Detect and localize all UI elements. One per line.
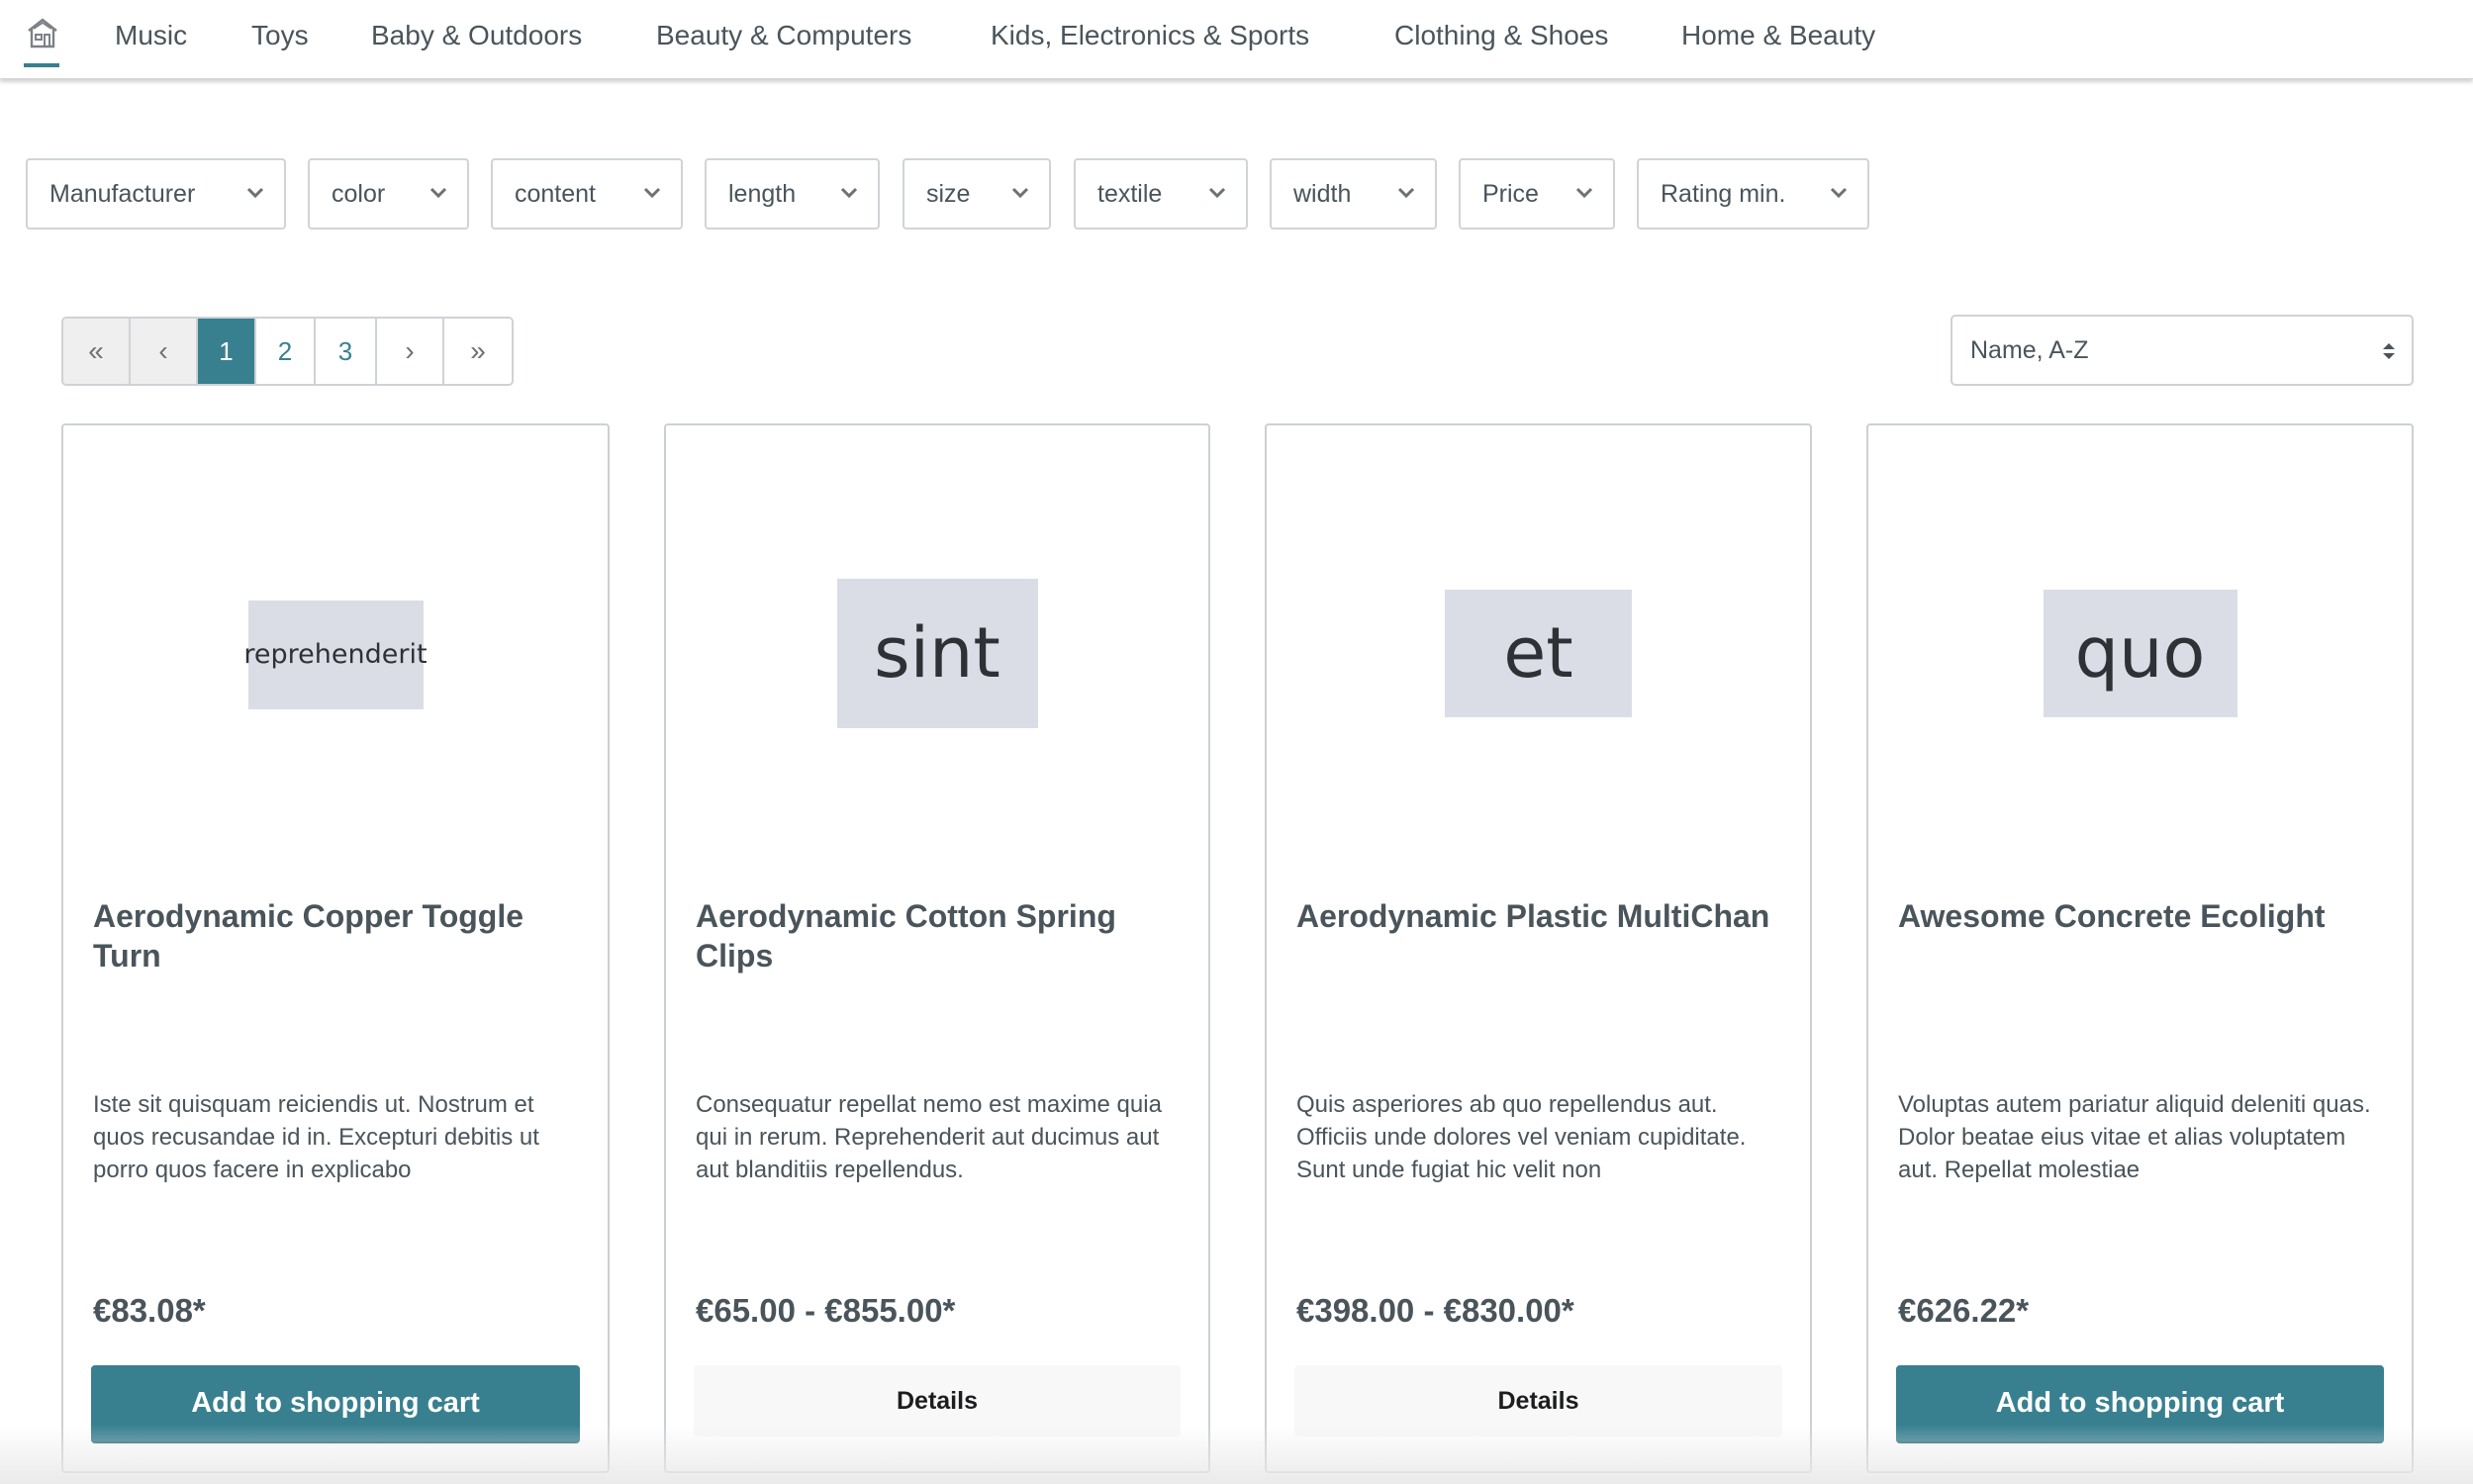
chevron-down-icon xyxy=(1011,187,1029,199)
filter-label: content xyxy=(515,180,597,208)
product-description: Quis asperiores ab quo repellendus aut. … xyxy=(1296,1091,1747,1183)
product-price: €65.00 - €855.00* xyxy=(696,1292,956,1329)
product-image-link[interactable]: quo xyxy=(1868,485,2412,821)
product-description: Iste sit quisquam reiciendis ut. Nostrum… xyxy=(93,1091,539,1183)
chevron-down-icon xyxy=(429,187,447,199)
product-name[interactable]: Aerodynamic Plastic MultiChan xyxy=(1296,896,1784,936)
product-card: quo Awesome Concrete Ecolight Voluptas a… xyxy=(1866,423,2414,1473)
pagination: « ‹ 1 2 3 › » xyxy=(61,317,514,386)
product-description: Voluptas autem pariatur aliquid deleniti… xyxy=(1898,1091,2371,1183)
page-button-3[interactable]: 3 xyxy=(316,319,377,384)
nav-item-home-beauty[interactable]: Home & Beauty xyxy=(1681,16,1875,55)
filter-textile[interactable]: textile xyxy=(1074,158,1248,230)
select-arrows-icon xyxy=(2383,343,2395,359)
details-button[interactable]: Details xyxy=(1294,1365,1782,1437)
nav-item-clothing-shoes[interactable]: Clothing & Shoes xyxy=(1394,16,1608,55)
nav-item-toys[interactable]: Toys xyxy=(251,16,309,55)
active-indicator xyxy=(24,63,59,67)
filter-width[interactable]: width xyxy=(1270,158,1437,230)
product-image-link[interactable]: et xyxy=(1267,485,1810,821)
product-description: Consequatur repellat nemo est maxime qui… xyxy=(696,1091,1162,1183)
chevron-down-icon xyxy=(840,187,858,199)
filter-rating-min[interactable]: Rating min. xyxy=(1637,158,1869,230)
filter-length[interactable]: length xyxy=(705,158,880,230)
product-price: €626.22* xyxy=(1898,1292,2030,1329)
chevron-down-icon xyxy=(1397,187,1415,199)
sort-select[interactable]: Name, A-Z xyxy=(1950,315,2414,386)
add-to-cart-button[interactable]: Add to shopping cart xyxy=(1896,1365,2384,1443)
filter-price[interactable]: Price xyxy=(1459,158,1615,230)
product-image-placeholder: reprehenderit xyxy=(243,600,428,709)
home-link[interactable] xyxy=(22,12,63,67)
first-page-button[interactable]: « xyxy=(63,319,131,384)
product-price: €83.08* xyxy=(93,1292,206,1329)
product-image-link[interactable]: sint xyxy=(666,485,1208,821)
filter-label: color xyxy=(332,180,386,208)
product-image-placeholder: quo xyxy=(2043,589,2237,717)
nav-item-baby-outdoors[interactable]: Baby & Outdoors xyxy=(371,16,582,55)
chevron-down-icon xyxy=(643,187,661,199)
page-button-2[interactable]: 2 xyxy=(256,319,316,384)
filter-label: textile xyxy=(1097,180,1163,208)
product-card: reprehenderit Aerodynamic Copper Toggle … xyxy=(61,423,610,1473)
filter-label: Manufacturer xyxy=(49,180,196,208)
page-button-1[interactable]: 1 xyxy=(198,319,256,384)
home-icon xyxy=(28,18,57,48)
filter-label: width xyxy=(1293,180,1352,208)
chevron-down-icon xyxy=(1575,187,1593,199)
product-image-link[interactable]: reprehenderit xyxy=(63,485,608,821)
nav-item-beauty-computers[interactable]: Beauty & Computers xyxy=(656,16,911,55)
filter-color[interactable]: color xyxy=(308,158,469,230)
chevron-down-icon xyxy=(1208,187,1226,199)
product-name[interactable]: Aerodynamic Cotton Spring Clips xyxy=(696,896,1183,975)
chevron-down-icon xyxy=(1830,187,1848,199)
filter-label: size xyxy=(926,180,971,208)
filter-label: Rating min. xyxy=(1661,180,1786,208)
product-name[interactable]: Aerodynamic Copper Toggle Turn xyxy=(93,896,582,975)
main-navigation: Music Toys Baby & Outdoors Beauty & Comp… xyxy=(0,0,2473,79)
last-page-button[interactable]: » xyxy=(444,319,512,384)
filter-manufacturer[interactable]: Manufacturer xyxy=(26,158,286,230)
previous-page-button[interactable]: ‹ xyxy=(131,319,198,384)
product-card: sint Aerodynamic Cotton Spring Clips Con… xyxy=(664,423,1210,1473)
details-button[interactable]: Details xyxy=(694,1365,1181,1437)
nav-item-kids-electronics-sports[interactable]: Kids, Electronics & Sports xyxy=(991,16,1309,55)
nav-item-music[interactable]: Music xyxy=(115,16,187,55)
filter-content[interactable]: content xyxy=(491,158,683,230)
sort-selected-value: Name, A-Z xyxy=(1970,336,2089,364)
product-name[interactable]: Awesome Concrete Ecolight xyxy=(1898,896,2386,936)
product-image-placeholder: sint xyxy=(836,578,1038,728)
filter-size[interactable]: size xyxy=(903,158,1051,230)
filter-label: Price xyxy=(1482,180,1539,208)
chevron-down-icon xyxy=(246,187,264,199)
product-card: et Aerodynamic Plastic MultiChan Quis as… xyxy=(1265,423,1812,1473)
add-to-cart-button[interactable]: Add to shopping cart xyxy=(91,1365,580,1443)
next-page-button[interactable]: › xyxy=(377,319,444,384)
filter-label: length xyxy=(728,180,797,208)
product-price: €398.00 - €830.00* xyxy=(1296,1292,1574,1329)
product-image-placeholder: et xyxy=(1445,589,1632,717)
